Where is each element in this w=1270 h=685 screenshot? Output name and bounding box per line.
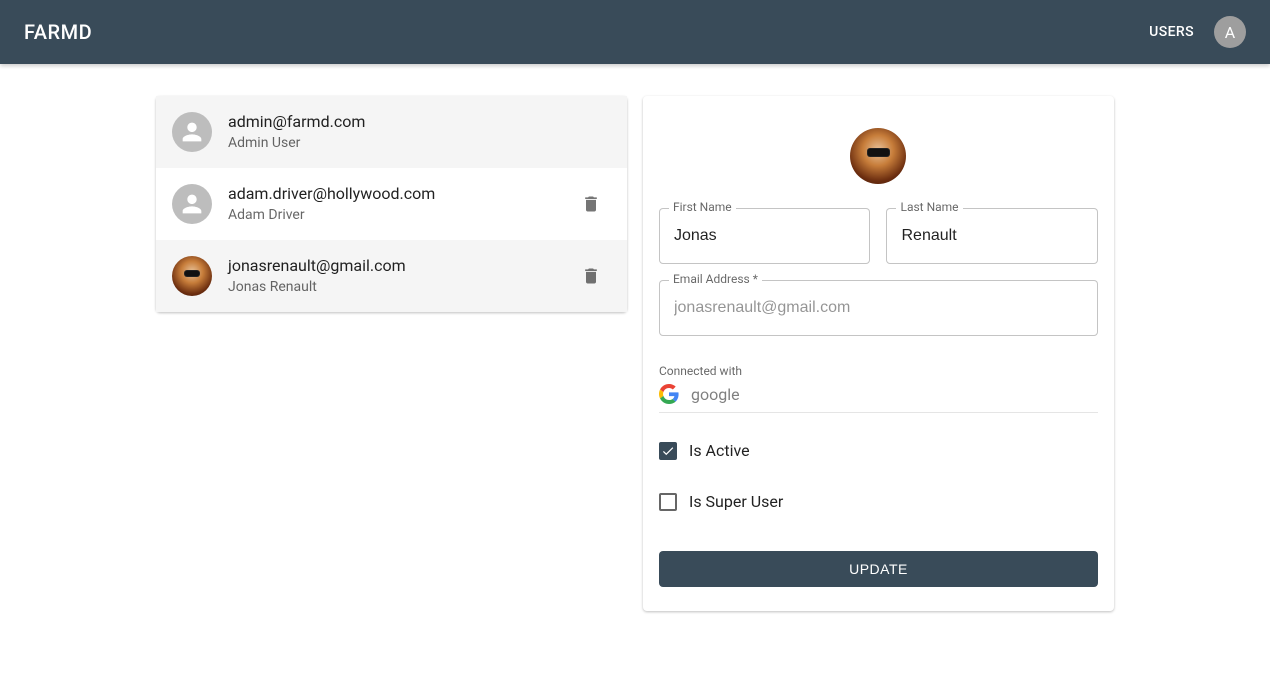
person-icon [172,184,212,224]
delete-user-button[interactable] [571,184,611,224]
person-icon [172,112,212,152]
app-title: FARMD [24,20,1149,44]
delete-user-button[interactable] [571,256,611,296]
checkbox-checked-icon [659,442,677,460]
user-email: adam.driver@hollywood.com [228,182,571,206]
user-list-item-text: adam.driver@hollywood.com Adam Driver [228,182,571,226]
user-email: admin@farmd.com [228,110,611,134]
trash-icon [581,194,601,214]
user-list-item-text: jonasrenault@gmail.com Jonas Renault [228,254,571,298]
email-label: Email Address * [669,272,762,286]
user-name: Jonas Renault [228,278,571,298]
user-list-item[interactable]: admin@farmd.com Admin User [156,96,627,168]
is-super-user-label: Is Super User [689,492,783,511]
update-button[interactable]: UPDATE [659,551,1098,587]
connected-provider-name: google [691,385,740,404]
last-name-input[interactable] [886,208,1098,264]
trash-icon [581,266,601,286]
first-name-input[interactable] [659,208,871,264]
user-list-item[interactable]: adam.driver@hollywood.com Adam Driver [156,168,627,240]
connected-provider-row: google [659,384,1098,413]
user-list-panel: admin@farmd.com Admin User adam.driver@h… [156,96,627,312]
appbar: FARMD USERS A [0,0,1270,64]
connected-with-label: Connected with [659,364,1098,378]
detail-user-avatar [850,128,906,184]
user-detail-panel: First Name Last Name Email Address * Con… [643,96,1114,611]
user-name: Adam Driver [228,206,571,226]
is-super-user-checkbox[interactable]: Is Super User [659,492,1098,511]
first-name-label: First Name [669,200,736,214]
current-user-avatar[interactable]: A [1214,16,1246,48]
user-list-item[interactable]: jonasrenault@gmail.com Jonas Renault [156,240,627,312]
checkbox-unchecked-icon [659,493,677,511]
nav-users[interactable]: USERS [1149,24,1194,40]
is-active-label: Is Active [689,441,750,460]
user-list-item-text: admin@farmd.com Admin User [228,110,611,154]
detail-avatar-wrap [659,128,1098,184]
google-icon [659,384,679,404]
user-photo-avatar [172,256,212,296]
email-input[interactable] [659,280,1098,336]
is-active-checkbox[interactable]: Is Active [659,441,1098,460]
user-name: Admin User [228,134,611,154]
main-content: admin@farmd.com Admin User adam.driver@h… [0,64,1270,643]
user-email: jonasrenault@gmail.com [228,254,571,278]
last-name-label: Last Name [896,200,962,214]
